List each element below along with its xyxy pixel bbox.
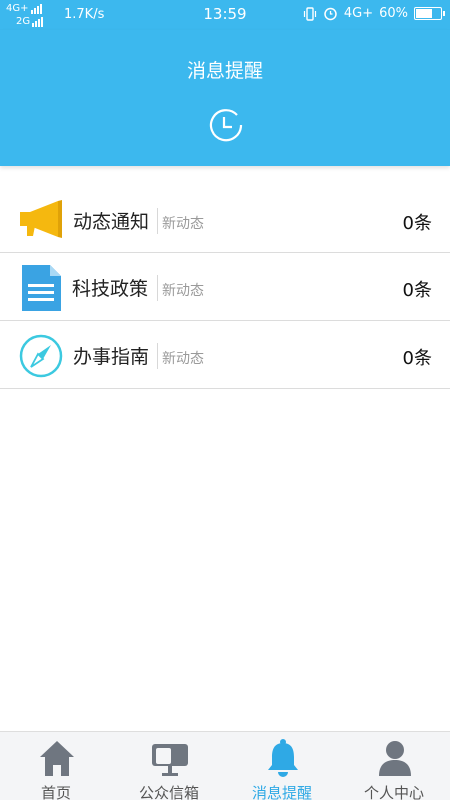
vibrate-icon xyxy=(303,6,316,21)
battery-icon xyxy=(414,7,445,20)
tab-label: 公众信箱 xyxy=(138,784,199,800)
document-icon xyxy=(22,265,61,311)
divider xyxy=(157,275,158,301)
status-bar: 4G+ 2G 1.7K/s 13:59 4G+ 60% xyxy=(0,0,450,30)
tab-profile[interactable]: 个人中心 xyxy=(338,732,450,800)
message-row-guide[interactable]: 办事指南 新动态 0条 xyxy=(0,321,450,389)
compass-icon xyxy=(19,334,63,378)
tab-mailbox[interactable]: 公众信箱 xyxy=(113,732,225,800)
person-icon xyxy=(379,741,411,776)
tab-home[interactable]: 首页 xyxy=(0,732,112,800)
message-subtitle: 新动态 xyxy=(162,216,204,232)
bottom-tab-bar: 首页 公众信箱 消息提醒 个人中心 xyxy=(0,731,450,800)
divider xyxy=(157,208,158,234)
message-list: 动态通知 新动态 0条 科技政策 新动态 0条 办事指南 新动态 0条 xyxy=(0,186,450,389)
tab-messages[interactable]: 消息提醒 xyxy=(226,732,338,800)
page-header: 消息提醒 xyxy=(0,30,450,166)
message-title: 科技政策 xyxy=(72,278,149,300)
message-count: 0条 xyxy=(402,280,432,301)
network-type-right: 4G+ xyxy=(343,6,374,21)
clock-icon xyxy=(209,109,243,142)
alarm-icon xyxy=(324,7,337,21)
message-count: 0条 xyxy=(402,213,432,234)
megaphone-icon xyxy=(20,200,62,238)
message-subtitle: 新动态 xyxy=(162,351,204,367)
message-title: 动态通知 xyxy=(73,211,150,233)
tab-label: 消息提醒 xyxy=(251,784,312,800)
battery-percent: 60% xyxy=(379,6,408,21)
tab-label: 首页 xyxy=(40,784,71,800)
tab-label: 个人中心 xyxy=(363,784,424,800)
message-title: 办事指南 xyxy=(73,346,150,368)
mailbox-icon xyxy=(152,744,188,776)
message-row-policy[interactable]: 科技政策 新动态 0条 xyxy=(0,253,450,321)
status-right: 4G+ 60% xyxy=(303,6,445,21)
message-count: 0条 xyxy=(402,348,432,369)
message-row-notice[interactable]: 动态通知 新动态 0条 xyxy=(0,186,450,253)
bell-icon xyxy=(268,739,298,777)
page-title: 消息提醒 xyxy=(186,60,263,82)
divider xyxy=(157,343,158,369)
message-subtitle: 新动态 xyxy=(162,283,204,299)
home-icon xyxy=(40,741,74,776)
